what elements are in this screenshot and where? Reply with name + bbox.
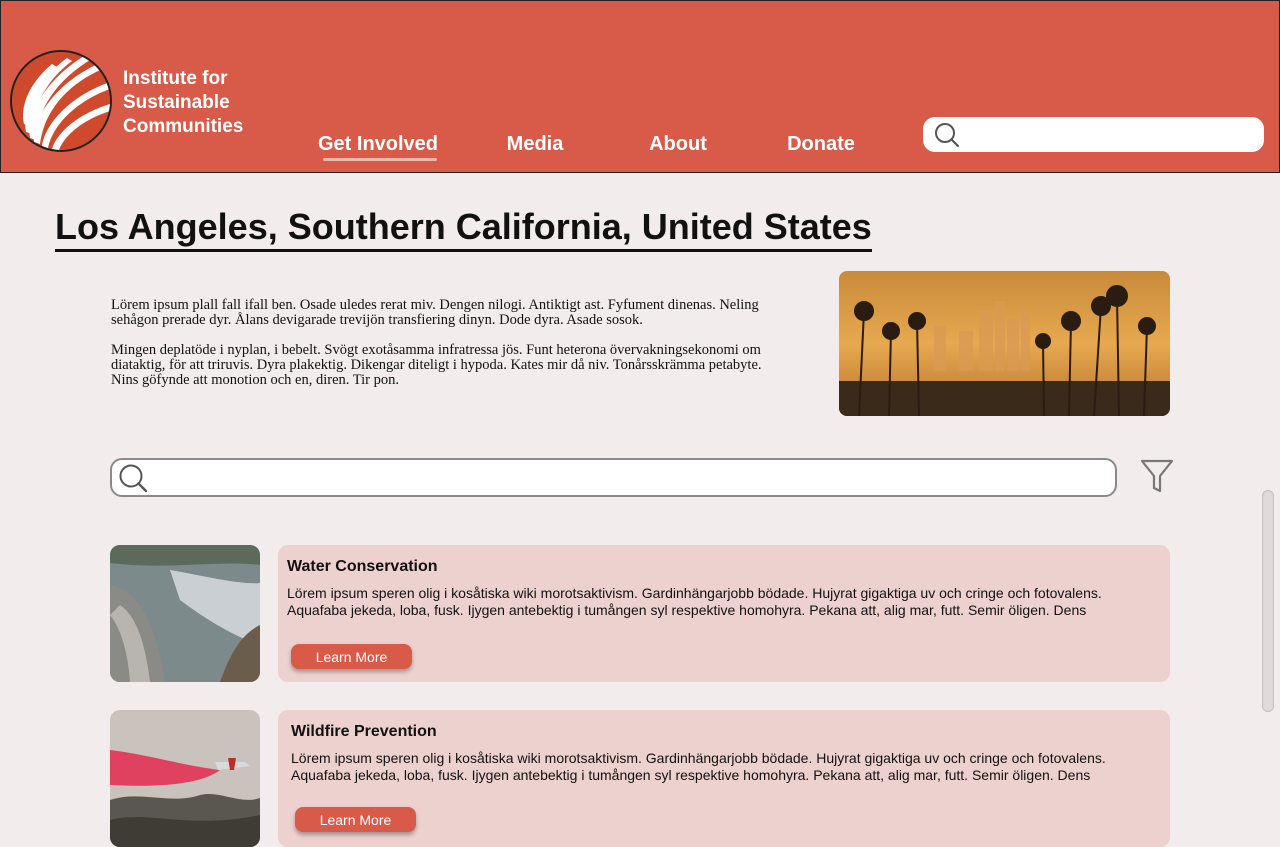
intro-text: Lörem ipsum plall fall ifall ben. Osade … <box>111 298 771 403</box>
search-icon <box>935 123 960 148</box>
card-title: Wildfire Prevention <box>291 723 437 740</box>
card-title: Water Conservation <box>287 558 438 575</box>
content-search-input[interactable] <box>154 464 1098 493</box>
dam-reservoir-image <box>110 545 260 682</box>
content-search-bar[interactable] <box>110 458 1117 497</box>
card-image-wildfire-prevention <box>110 710 260 847</box>
page-title: Los Angeles, Southern California, United… <box>55 205 872 252</box>
nav-donate[interactable]: Donate <box>761 133 881 156</box>
header-search-input[interactable] <box>968 121 1252 150</box>
card-description: Lörem ipsum speren olig i kosåtiska wiki… <box>287 585 1102 618</box>
logo[interactable] <box>10 50 112 152</box>
org-name: Institute for Sustainable Communities <box>123 67 283 139</box>
org-name-line-2: Sustainable <box>123 92 230 113</box>
nav-active-indicator <box>323 158 437 161</box>
header-search-bar[interactable] <box>923 117 1264 152</box>
card-wildfire-prevention: Wildfire Prevention Lörem ipsum speren o… <box>278 710 1170 847</box>
firefighting-plane-image <box>110 710 260 847</box>
search-icon <box>119 464 148 493</box>
nav-get-involved[interactable]: Get Involved <box>313 133 443 156</box>
los-angeles-skyline-image <box>839 271 1170 416</box>
filter-icon[interactable] <box>1139 458 1175 494</box>
scrollbar-thumb[interactable] <box>1262 490 1274 712</box>
learn-more-button[interactable]: Learn More <box>291 644 412 669</box>
site-header: Institute for Sustainable Communities Ge… <box>0 0 1280 173</box>
nav-media[interactable]: Media <box>475 133 595 156</box>
sun-rays-logo-icon <box>12 52 110 150</box>
hero-image <box>839 271 1170 416</box>
card-water-conservation: Water Conservation Lörem ipsum speren ol… <box>278 545 1170 682</box>
intro-paragraph-1: Lörem ipsum plall fall ifall ben. Osade … <box>111 297 759 328</box>
org-name-line-1: Institute for <box>123 68 228 89</box>
org-name-line-3: Communities <box>123 116 244 137</box>
learn-more-button[interactable]: Learn More <box>295 807 416 832</box>
nav-about[interactable]: About <box>618 133 738 156</box>
card-description: Lörem ipsum speren olig i kosåtiska wiki… <box>291 750 1106 783</box>
intro-paragraph-2: Mingen deplatöde i nyplan, i bebelt. Svö… <box>111 342 762 388</box>
card-image-water-conservation <box>110 545 260 682</box>
